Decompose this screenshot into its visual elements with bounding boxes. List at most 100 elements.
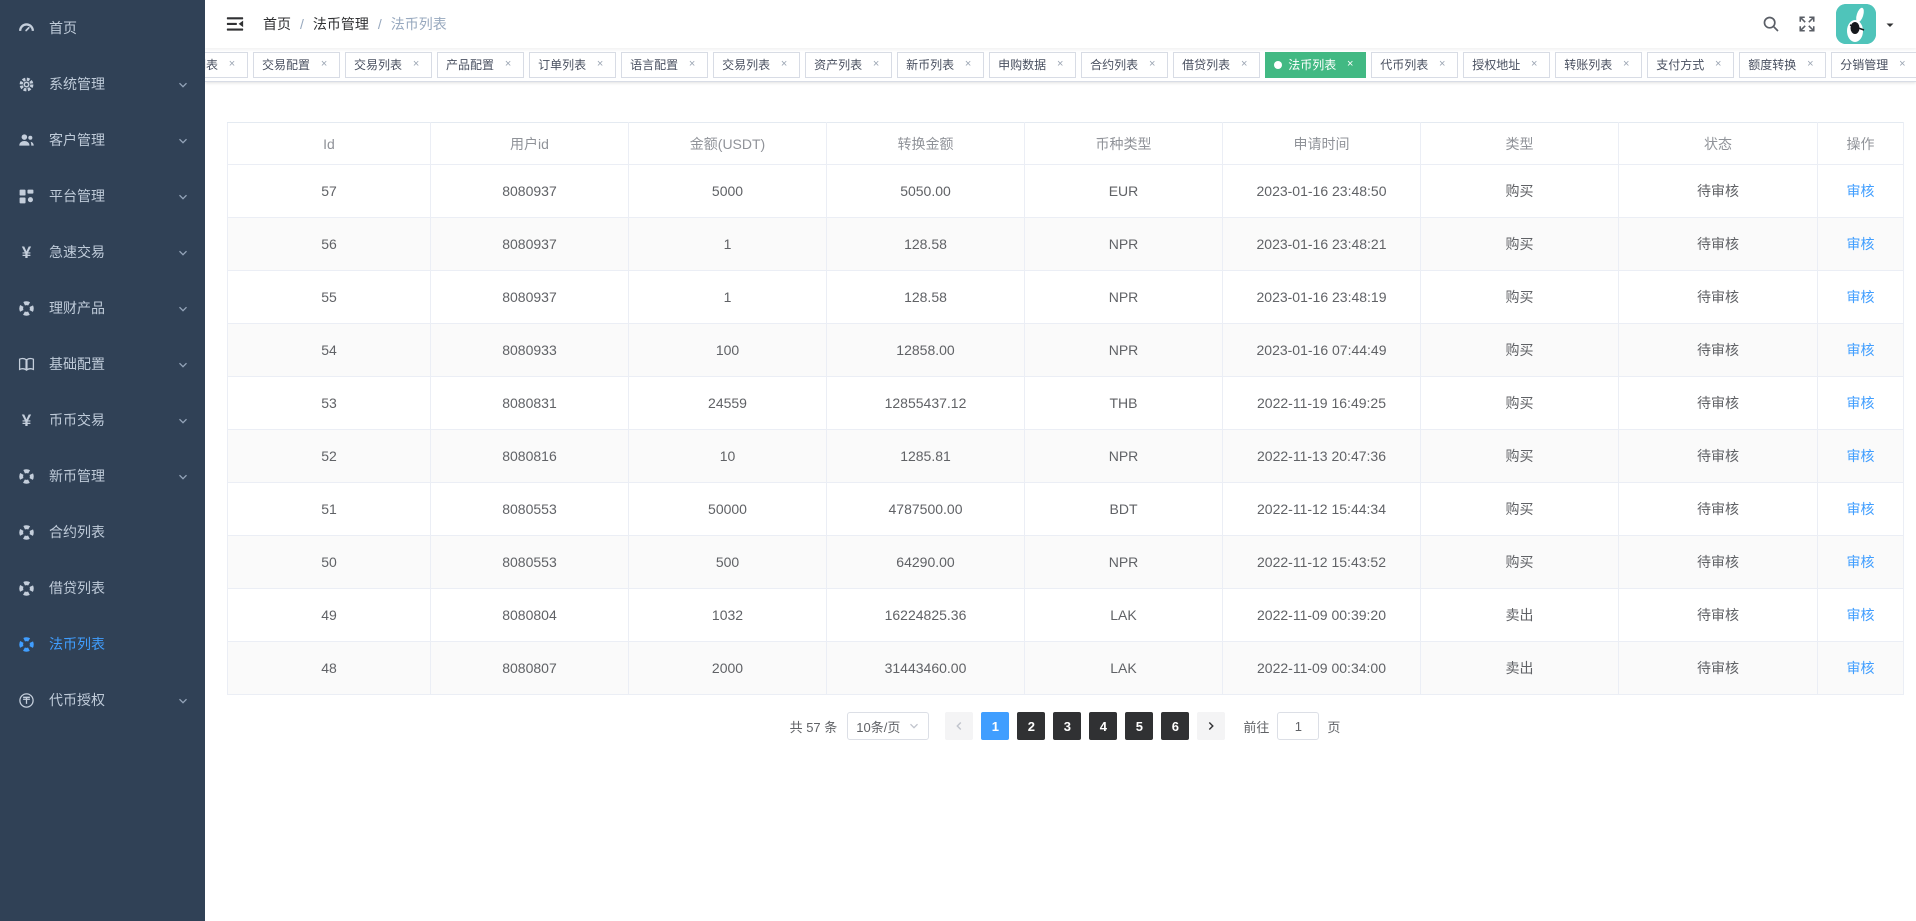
tab-product-config[interactable]: 产品配置× [437, 52, 524, 78]
chevron-down-icon [177, 190, 189, 202]
chevron-down-icon [177, 134, 189, 146]
audit-link[interactable]: 审核 [1847, 236, 1875, 252]
audit-link[interactable]: 审核 [1847, 607, 1875, 623]
tab-quota-convert[interactable]: 额度转换× [1739, 52, 1826, 78]
jump-suffix-label: 页 [1327, 717, 1340, 736]
audit-link[interactable]: 审核 [1847, 660, 1875, 676]
breadcrumb-home[interactable]: 首页 [263, 14, 291, 34]
tab-order-list[interactable]: 订单列表× [529, 52, 616, 78]
close-icon[interactable]: × [685, 58, 699, 72]
fullscreen-icon[interactable] [1798, 15, 1816, 33]
tab-fiat-list-active[interactable]: 法币列表× [1265, 52, 1366, 78]
ring-icon [18, 468, 35, 485]
page-jump-input[interactable] [1277, 712, 1319, 740]
page-button-5[interactable]: 5 [1125, 712, 1153, 740]
breadcrumb-separator: / [378, 16, 382, 32]
sidebar-item-home[interactable]: 首页 [0, 0, 205, 56]
sidebar-item-system[interactable]: 系统管理 [0, 56, 205, 112]
tab-token-list[interactable]: 代币列表× [1371, 52, 1458, 78]
audit-link[interactable]: 审核 [1847, 395, 1875, 411]
prev-page-button[interactable] [945, 712, 973, 740]
sidebar-item-new-coin[interactable]: 新币管理 [0, 448, 205, 504]
audit-link[interactable]: 审核 [1847, 554, 1875, 570]
close-icon[interactable]: × [1803, 58, 1817, 72]
tab-loan-list[interactable]: 借贷列表× [1173, 52, 1260, 78]
active-tab-dot [1274, 61, 1282, 69]
col-header-amount: 金额(USDT) [629, 123, 827, 165]
gear-icon [18, 76, 35, 93]
ring-icon [18, 300, 35, 317]
close-icon[interactable]: × [1895, 58, 1909, 72]
tab-language-config[interactable]: 语言配置× [621, 52, 708, 78]
audit-link[interactable]: 审核 [1847, 501, 1875, 517]
audit-link[interactable]: 审核 [1847, 342, 1875, 358]
tab-trade-list[interactable]: 交易列表× [345, 52, 432, 78]
close-icon[interactable]: × [1053, 58, 1067, 72]
page-button-2[interactable]: 2 [1017, 712, 1045, 740]
sidebar-item-label: 急速交易 [49, 242, 105, 262]
close-icon[interactable]: × [777, 58, 791, 72]
close-icon[interactable]: × [501, 58, 515, 72]
sidebar-item-wealth[interactable]: 理财产品 [0, 280, 205, 336]
close-icon[interactable]: × [593, 58, 607, 72]
sidebar-item-basic-config[interactable]: 基础配置 [0, 336, 205, 392]
close-icon[interactable]: × [1145, 58, 1159, 72]
tab-contract-list[interactable]: 合约列表× [1081, 52, 1168, 78]
tab-trade-list-2[interactable]: 交易列表× [713, 52, 800, 78]
sidebar-item-label: 借贷列表 [49, 578, 105, 598]
caret-down-icon[interactable] [1884, 18, 1896, 30]
tab-distribution[interactable]: 分销管理× [1831, 52, 1916, 78]
audit-link[interactable]: 审核 [1847, 289, 1875, 305]
tab-new-coin-list[interactable]: 新币列表× [897, 52, 984, 78]
search-icon[interactable] [1762, 15, 1780, 33]
tab-coin-list[interactable]: 币种列表× [205, 52, 248, 78]
sidebar-item-label: 币币交易 [49, 410, 105, 430]
yen-icon: ¥ [18, 244, 35, 261]
table-row: 5580809371128.58NPR2023-01-16 23:48:19购买… [228, 271, 1904, 324]
tab-asset-list[interactable]: 资产列表× [805, 52, 892, 78]
close-icon[interactable]: × [317, 58, 331, 72]
breadcrumb-section[interactable]: 法币管理 [313, 14, 369, 34]
close-icon[interactable]: × [1237, 58, 1251, 72]
sidebar-item-platform[interactable]: 平台管理 [0, 168, 205, 224]
tether-icon [18, 692, 35, 709]
close-icon[interactable]: × [409, 58, 423, 72]
sidebar-item-fast-trade[interactable]: ¥ 急速交易 [0, 224, 205, 280]
sidebar-item-label: 客户管理 [49, 130, 105, 150]
sidebar-item-coin-trade[interactable]: ¥ 币币交易 [0, 392, 205, 448]
close-icon[interactable]: × [1711, 58, 1725, 72]
sidebar-item-token-auth[interactable]: 代币授权 [0, 672, 205, 728]
pagination: 共 57 条 10条/页 1 2 3 4 5 6 [227, 712, 1903, 740]
audit-link[interactable]: 审核 [1847, 448, 1875, 464]
sidebar-item-label: 平台管理 [49, 186, 105, 206]
close-icon[interactable]: × [1619, 58, 1633, 72]
tab-transfer-list[interactable]: 转账列表× [1555, 52, 1642, 78]
sidebar-item-loan-list[interactable]: 借贷列表 [0, 560, 205, 616]
page-size-select[interactable]: 10条/页 [847, 712, 929, 740]
ring-icon [18, 524, 35, 541]
close-icon[interactable]: × [1527, 58, 1541, 72]
tab-payment-method[interactable]: 支付方式× [1647, 52, 1734, 78]
sidebar-item-contract-list[interactable]: 合约列表 [0, 504, 205, 560]
close-icon[interactable]: × [869, 58, 883, 72]
page-button-1[interactable]: 1 [981, 712, 1009, 740]
avatar[interactable] [1836, 4, 1876, 44]
close-icon[interactable]: × [1435, 58, 1449, 72]
next-page-button[interactable] [1197, 712, 1225, 740]
page-button-4[interactable]: 4 [1089, 712, 1117, 740]
tab-trade-config[interactable]: 交易配置× [253, 52, 340, 78]
sidebar-item-customers[interactable]: 客户管理 [0, 112, 205, 168]
close-icon[interactable]: × [225, 58, 239, 72]
sidebar-item-fiat-list[interactable]: 法币列表 [0, 616, 205, 672]
breadcrumb: 首页 / 法币管理 / 法币列表 [263, 14, 447, 34]
tab-subscribe-data[interactable]: 申购数据× [989, 52, 1076, 78]
breadcrumb-current: 法币列表 [391, 14, 447, 34]
hamburger-icon[interactable] [225, 14, 245, 34]
tab-auth-address[interactable]: 授权地址× [1463, 52, 1550, 78]
close-icon[interactable]: × [961, 58, 975, 72]
page-button-3[interactable]: 3 [1053, 712, 1081, 740]
close-icon[interactable]: × [1343, 58, 1357, 72]
page-button-6[interactable]: 6 [1161, 712, 1189, 740]
audit-link[interactable]: 审核 [1847, 183, 1875, 199]
table-header-row: Id 用户id 金额(USDT) 转换金额 币种类型 申请时间 类型 状态 操作 [228, 123, 1904, 165]
